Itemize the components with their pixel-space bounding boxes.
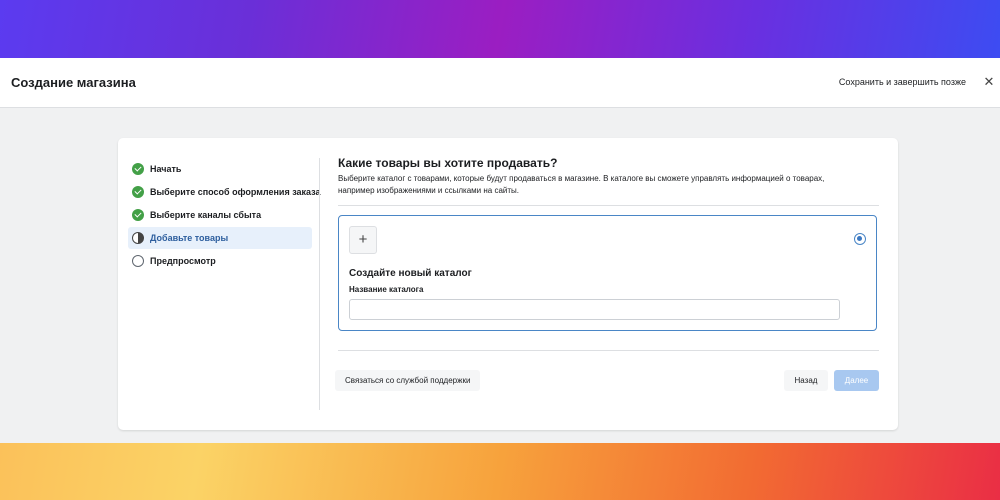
horizontal-divider [338,205,879,206]
plus-icon[interactable]: + [349,226,377,254]
page-header: Создание магазина Сохранить и завершить … [0,58,1000,108]
check-circle-icon [132,163,144,175]
step-label: Предпросмотр [150,256,216,266]
close-icon[interactable]: ✕ [982,75,996,89]
setup-card: Начать Выберите способ оформления заказа… [118,138,898,430]
step-start[interactable]: Начать [128,158,312,180]
step-preview[interactable]: Предпросмотр [128,250,312,272]
save-and-finish-later-link[interactable]: Сохранить и завершить позже [839,77,966,87]
step-checkout-method[interactable]: Выберите способ оформления заказа [128,181,321,203]
catalog-radio-button[interactable] [854,233,866,245]
horizontal-divider [338,350,879,351]
main-content: Какие товары вы хотите продавать? Выбери… [338,156,879,197]
check-circle-icon [132,209,144,221]
page-title: Создание магазина [11,75,136,90]
step-sales-channels[interactable]: Выберите каналы сбыта [128,204,312,226]
bottom-background-gradient [0,443,1000,500]
vertical-divider [319,158,320,410]
catalog-name-input[interactable] [349,299,840,320]
step-label: Начать [150,164,182,174]
step-label: Выберите способ оформления заказа [150,187,321,197]
back-button[interactable]: Назад [784,370,828,391]
contact-support-button[interactable]: Связаться со службой поддержки [335,370,481,391]
new-catalog-option[interactable]: + Создайте новый каталог Название катало… [338,215,877,331]
catalog-name-label: Название каталога [349,285,424,294]
section-title: Какие товары вы хотите продавать? [338,156,558,170]
top-background-gradient [0,0,1000,58]
step-label: Добавьте товары [150,233,229,243]
next-button[interactable]: Далее [834,370,879,391]
step-add-products[interactable]: Добавьте товары [128,227,312,249]
new-catalog-title: Создайте новый каталог [349,268,472,279]
step-label: Выберите каналы сбыта [150,210,262,220]
check-circle-icon [132,186,144,198]
half-circle-icon [132,232,144,244]
steps-list: Начать Выберите способ оформления заказа… [128,158,321,273]
empty-circle-icon [132,255,144,267]
section-description: Выберите каталог с товарами, которые буд… [338,174,825,195]
